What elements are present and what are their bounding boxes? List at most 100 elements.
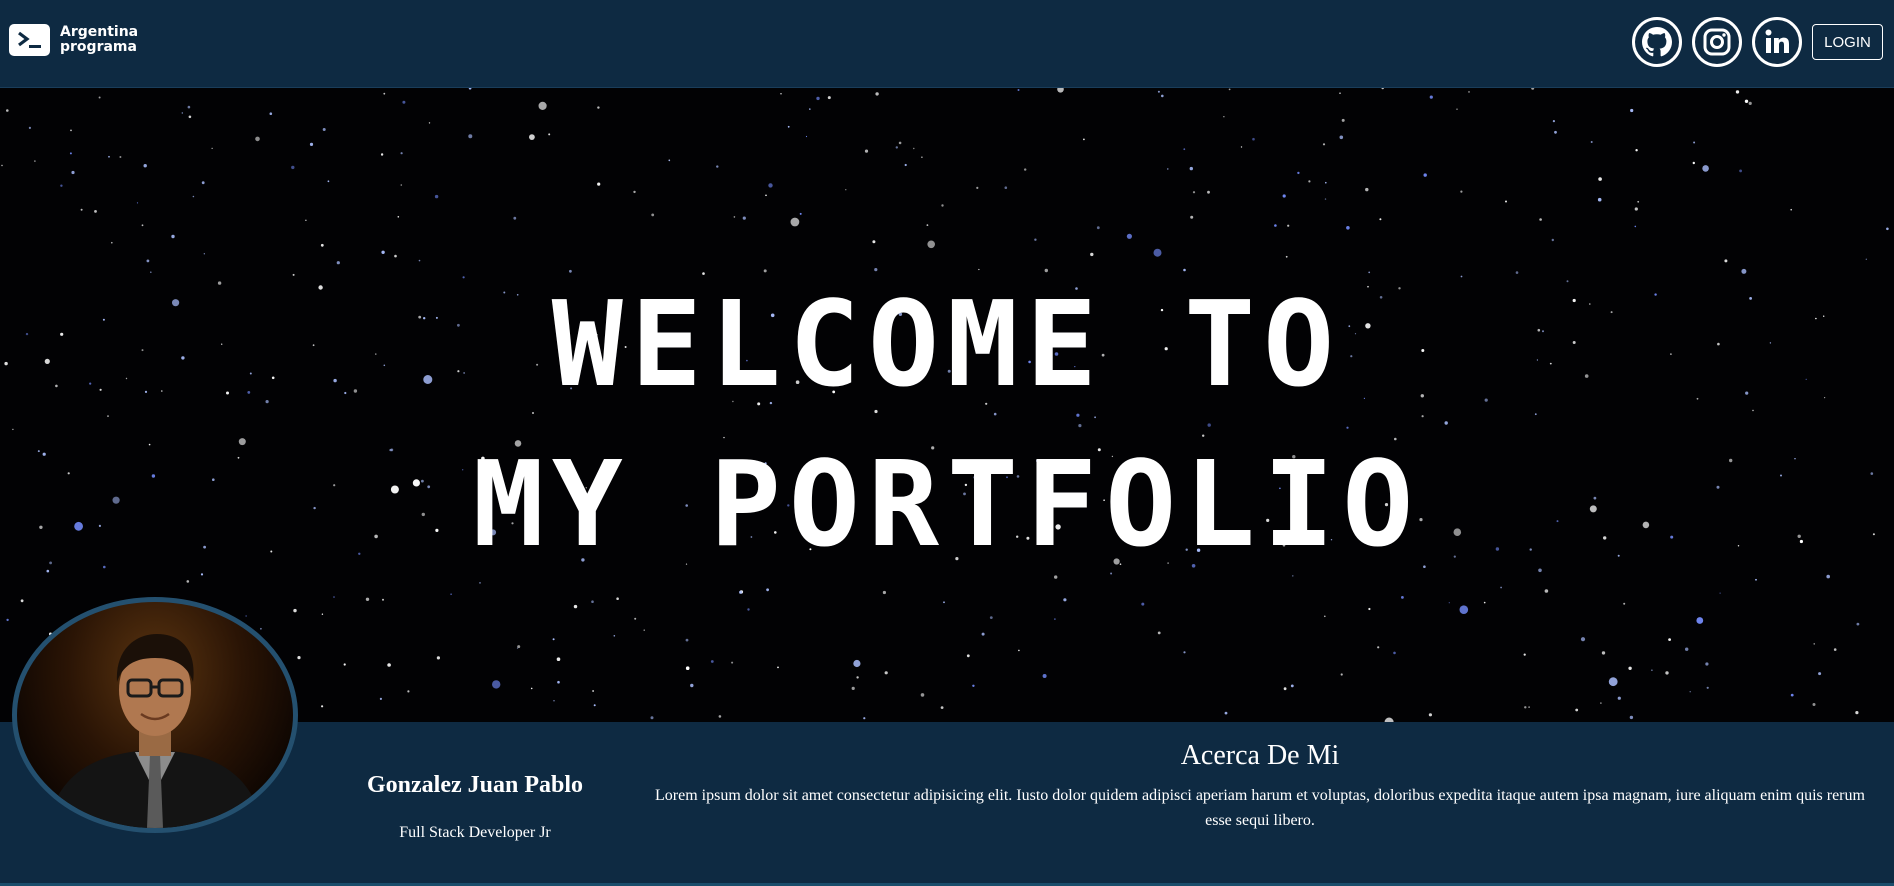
star xyxy=(1341,118,1345,122)
star xyxy=(809,108,811,110)
star xyxy=(966,654,970,658)
star xyxy=(1856,622,1860,626)
star xyxy=(94,210,97,213)
linkedin-link[interactable] xyxy=(1752,17,1802,67)
star xyxy=(742,216,746,220)
star xyxy=(1018,649,1020,652)
star xyxy=(513,216,517,220)
star xyxy=(387,663,391,667)
star xyxy=(211,147,213,149)
star xyxy=(1459,605,1469,614)
star xyxy=(1468,91,1470,93)
star xyxy=(321,613,324,615)
star xyxy=(187,105,191,109)
terminal-icon xyxy=(9,24,50,56)
star xyxy=(181,112,183,114)
star xyxy=(1628,666,1632,670)
star xyxy=(1368,607,1371,611)
star xyxy=(1324,615,1326,618)
star xyxy=(1702,165,1709,172)
star xyxy=(1601,651,1606,655)
star xyxy=(853,659,861,668)
star xyxy=(1865,258,1867,260)
star xyxy=(940,706,944,709)
star xyxy=(402,100,406,104)
star xyxy=(972,684,975,687)
star xyxy=(1580,637,1586,642)
brand-logo-link[interactable]: Argentina programa xyxy=(9,24,138,56)
star xyxy=(1157,90,1160,93)
star xyxy=(309,142,314,146)
star xyxy=(1460,190,1463,193)
star xyxy=(69,152,72,155)
github-link[interactable] xyxy=(1632,17,1682,67)
star xyxy=(941,204,944,207)
star xyxy=(1668,638,1671,641)
star xyxy=(1308,180,1311,183)
star xyxy=(260,627,262,630)
star xyxy=(6,109,9,112)
star xyxy=(777,666,779,669)
star xyxy=(845,189,847,191)
star xyxy=(1813,643,1815,645)
star xyxy=(1189,166,1194,171)
star xyxy=(1023,168,1027,171)
star xyxy=(20,599,24,603)
star xyxy=(1322,143,1326,146)
star xyxy=(1287,224,1290,227)
star xyxy=(943,601,945,604)
star xyxy=(816,96,820,101)
brand-name: Argentina programa xyxy=(60,25,138,55)
star xyxy=(593,704,596,707)
star xyxy=(380,153,384,156)
star xyxy=(143,164,147,168)
star xyxy=(827,96,831,100)
star xyxy=(548,133,551,136)
star xyxy=(1790,693,1794,697)
star xyxy=(141,224,144,227)
star xyxy=(731,661,734,664)
star xyxy=(1635,149,1638,152)
star xyxy=(552,638,555,641)
star xyxy=(1,164,3,167)
star xyxy=(322,128,326,131)
star xyxy=(1183,148,1186,151)
star xyxy=(71,170,75,175)
star xyxy=(592,690,594,692)
star xyxy=(1325,181,1327,184)
star xyxy=(119,156,122,158)
star xyxy=(60,184,63,187)
star xyxy=(1365,187,1369,192)
star xyxy=(1705,662,1709,666)
star xyxy=(1790,208,1792,211)
star xyxy=(1346,226,1350,230)
star xyxy=(573,604,578,609)
star xyxy=(98,96,101,99)
star xyxy=(293,608,297,613)
instagram-link[interactable] xyxy=(1692,17,1742,67)
star xyxy=(1285,255,1288,258)
star xyxy=(1401,596,1404,599)
star xyxy=(1429,95,1433,99)
star xyxy=(1665,671,1669,675)
star xyxy=(780,93,782,95)
brand-line-1: Argentina xyxy=(60,24,139,40)
star xyxy=(1190,215,1194,219)
star xyxy=(434,194,439,199)
star xyxy=(1004,186,1008,189)
star xyxy=(685,638,689,642)
star xyxy=(1590,141,1593,143)
star xyxy=(989,616,993,619)
star xyxy=(1141,602,1145,606)
login-button[interactable]: LOGIN xyxy=(1812,24,1883,60)
star xyxy=(1283,687,1287,691)
star xyxy=(320,243,324,247)
star xyxy=(1339,92,1341,94)
star xyxy=(1167,168,1169,170)
star xyxy=(1623,602,1626,605)
star xyxy=(305,219,307,221)
star xyxy=(1017,89,1020,91)
star xyxy=(450,593,452,595)
star xyxy=(365,597,370,601)
linkedin-icon xyxy=(1765,29,1789,53)
